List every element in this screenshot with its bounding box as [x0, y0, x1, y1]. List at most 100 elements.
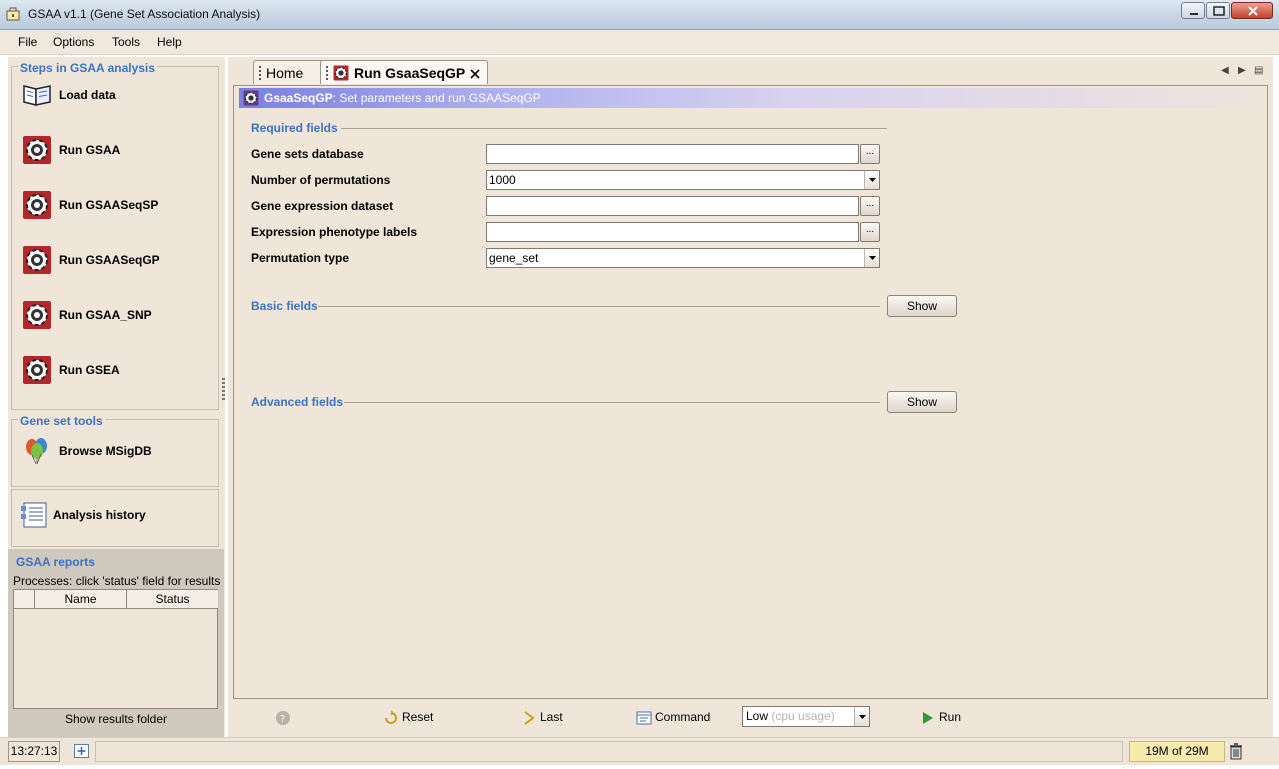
phenotype-labels-field[interactable] — [486, 222, 859, 242]
dropdown-arrow[interactable] — [864, 171, 879, 189]
memory-usage: 19M of 29M — [1129, 741, 1225, 762]
window-title: GSAA v1.1 (Gene Set Association Analysis… — [28, 7, 261, 21]
expression-dataset-label: Gene expression dataset — [251, 199, 394, 213]
menu-bar: File Options Tools Help — [0, 30, 1279, 55]
analysis-history-group: Analysis history — [11, 489, 219, 547]
divider — [344, 402, 880, 403]
banner-description: : Set parameters and run GSAASeqGP — [332, 91, 541, 105]
permutation-type-combo[interactable]: gene_set — [486, 248, 880, 268]
action-toolbar: ? Reset Last Command Low (cpu usage) Run — [228, 700, 1273, 734]
reports-panel: GSAA reports Processes: click 'status' f… — [8, 549, 224, 737]
show-results-folder-button[interactable]: Show results folder — [8, 712, 224, 726]
permutations-label: Number of permutations — [251, 173, 391, 187]
scroll-right-icon[interactable]: ▶ — [1238, 65, 1246, 76]
menu-options[interactable]: Options — [53, 35, 94, 49]
tab-list-icon[interactable]: ▤ — [1254, 65, 1263, 76]
minimize-icon — [1190, 13, 1198, 15]
expression-dataset-browse-button[interactable]: ... — [860, 196, 880, 216]
chevron-down-icon — [859, 715, 866, 719]
panel-banner: GsaaSeqGP: Set parameters and run GSAASe… — [239, 88, 1251, 108]
dropdown-arrow[interactable] — [854, 707, 869, 726]
column-header-status[interactable]: Status — [127, 590, 218, 609]
close-tab-icon[interactable] — [470, 69, 480, 79]
close-icon — [1248, 6, 1258, 16]
step-label: Run GSAASeqGP — [59, 253, 160, 267]
gene-set-tools-title: Gene set tools — [18, 414, 105, 428]
status-bar: 13:27:13 19M of 29M — [0, 737, 1279, 765]
add-button[interactable] — [74, 744, 89, 758]
phenotype-labels-browse-button[interactable]: ... — [860, 222, 880, 242]
column-header-name[interactable]: Name — [35, 590, 127, 609]
steps-title: Steps in GSAA analysis — [18, 61, 157, 75]
step-label: Run GSAA_SNP — [59, 308, 152, 322]
last-icon — [524, 711, 535, 725]
close-button[interactable] — [1231, 2, 1273, 19]
reports-title: GSAA reports — [16, 555, 95, 569]
gear-icon — [23, 246, 51, 274]
required-fields-title: Required fields — [251, 121, 338, 135]
window-title-bar: GSAA v1.1 (Gene Set Association Analysis… — [0, 0, 1279, 30]
vertical-splitter[interactable] — [222, 378, 225, 400]
balloons-icon — [26, 438, 47, 465]
column-header-index[interactable] — [14, 590, 35, 609]
gene-sets-browse-button[interactable]: ... — [860, 144, 880, 164]
show-advanced-fields-button[interactable]: Show — [887, 391, 957, 413]
dropdown-arrow[interactable] — [864, 249, 879, 267]
maximize-icon — [1213, 6, 1225, 16]
trash-icon[interactable] — [1229, 743, 1243, 760]
play-icon — [923, 712, 933, 724]
run-label: Run — [939, 710, 962, 724]
phenotype-labels-label: Expression phenotype labels — [251, 225, 418, 239]
tab-home-label: Home — [266, 65, 304, 81]
gear-icon — [333, 65, 349, 81]
plus-icon — [77, 747, 86, 755]
permutation-type-label: Permutation type — [251, 251, 350, 265]
grip-icon — [259, 66, 261, 80]
basic-fields-title: Basic fields — [251, 299, 318, 313]
banner-name: GsaaSeqGP — [264, 91, 333, 105]
window-bottom-edge — [0, 765, 1279, 769]
step-label: Run GSAA — [59, 143, 121, 157]
gear-icon — [23, 136, 51, 164]
book-icon — [23, 85, 51, 106]
gear-icon — [243, 90, 259, 106]
minimize-button[interactable] — [1181, 2, 1205, 19]
status-message — [95, 741, 1123, 762]
command-icon — [636, 711, 652, 725]
last-label: Last — [540, 710, 563, 724]
reset-label: Reset — [402, 710, 434, 724]
menu-file[interactable]: File — [18, 35, 37, 49]
command-label: Command — [655, 710, 711, 724]
banner-text: GsaaSeqGP: Set parameters and run GSAASe… — [264, 91, 541, 105]
advanced-fields-title: Advanced fields — [251, 395, 344, 409]
maximize-button[interactable] — [1206, 2, 1230, 19]
tab-strip: Home Run GsaaSeqGP ◀ ▶ ▤ — [228, 57, 1273, 85]
cpu-usage-value: Low — [746, 709, 769, 723]
cpu-usage-select[interactable]: Low (cpu usage) — [742, 706, 870, 727]
chevron-down-icon — [869, 256, 876, 260]
tab-run-gsaaseqgp[interactable]: Run GsaaSeqGP — [320, 60, 488, 84]
permutation-type-value: gene_set — [489, 251, 539, 265]
gear-icon — [23, 191, 51, 219]
scroll-left-icon[interactable]: ◀ — [1221, 65, 1229, 76]
gear-icon — [23, 356, 51, 384]
app-icon — [6, 7, 20, 21]
menu-tools[interactable]: Tools — [112, 35, 140, 49]
gene-sets-database-label: Gene sets database — [251, 147, 364, 161]
main-panel: Home Run GsaaSeqGP ◀ ▶ ▤ GsaaSeqGP: Set … — [228, 57, 1273, 737]
show-basic-fields-button[interactable]: Show — [887, 295, 957, 317]
reset-icon — [385, 710, 397, 724]
help-icon: ? — [276, 711, 290, 725]
gear-icon — [23, 301, 51, 329]
gene-set-tools-group: Gene set tools Browse MSigDB — [11, 414, 219, 487]
divider — [341, 128, 887, 129]
clock: 13:27:13 — [8, 741, 60, 762]
step-label: Run GSAASeqSP — [59, 198, 159, 212]
menu-help[interactable]: Help — [157, 35, 182, 49]
chevron-down-icon — [869, 178, 876, 182]
grip-icon — [326, 66, 328, 80]
gene-sets-database-field[interactable] — [486, 144, 859, 164]
permutations-value: 1000 — [489, 173, 516, 187]
expression-dataset-field[interactable] — [486, 196, 859, 216]
permutations-combo[interactable]: 1000 — [486, 170, 880, 190]
